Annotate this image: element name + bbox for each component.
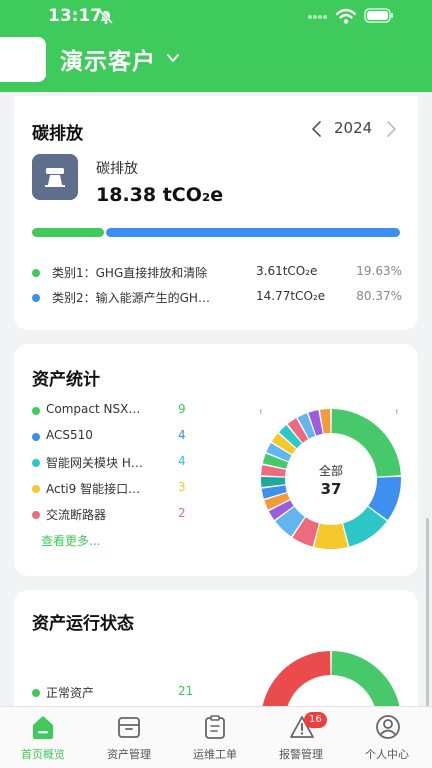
tab-profile[interactable]: 个人中心 [344, 707, 430, 768]
asset-name: ACS510 [46, 428, 93, 442]
carbon-emission-card: 碳排放 2024 碳排放 18.38 tCO₂e 类别1：GHG直接排放和清除 … [14, 96, 418, 330]
status-bar: 13:17 [0, 0, 432, 34]
tab-work-orders[interactable]: 运维工单 [172, 707, 258, 768]
tab-home[interactable]: 首页概览 [0, 707, 86, 768]
asset-list-item[interactable]: 智能网关模块 H… 4 [32, 454, 192, 472]
donut-label-mark: ᵎ [396, 408, 398, 419]
asset-name: Compact NSX… [46, 402, 141, 416]
asset-name: 智能网关模块 H… [46, 456, 143, 470]
user-icon [376, 715, 400, 739]
status-time: 13:17 [48, 6, 103, 26]
legend-dot [32, 294, 40, 302]
legend-dot [32, 511, 40, 519]
wifi-icon [336, 8, 356, 24]
donut-label-mark: ᵎ [260, 408, 262, 419]
asset-status-card: 资产运行状态 正常资产 21 [14, 590, 418, 720]
asset-box-icon [118, 717, 140, 738]
carbon-category-row[interactable]: 类别1：GHG直接排放和清除 3.61tCO₂e 19.63% [32, 264, 402, 282]
asset-list-item[interactable]: Compact NSX… 9 [32, 402, 192, 420]
asset-count: 4 [178, 454, 186, 468]
legend-dot [32, 269, 40, 277]
factory-icon [45, 168, 65, 187]
chevron-down-icon[interactable] [166, 52, 180, 64]
tab-label: 运维工单 [193, 748, 237, 761]
chevron-right-icon[interactable] [384, 120, 398, 138]
carbon-total-value: 18.38 tCO₂e [96, 184, 224, 206]
scrollbar[interactable] [426, 518, 429, 708]
category-percent: 80.37% [356, 289, 402, 303]
org-selector-label[interactable]: 演示客户 [60, 42, 156, 76]
asset-count: 4 [178, 428, 186, 442]
bell-off-icon [98, 9, 114, 25]
carbon-share-bar [32, 228, 400, 237]
org-logo-box[interactable] [0, 37, 46, 82]
signal-dots-icon [308, 15, 327, 19]
donut-slice[interactable] [261, 651, 331, 706]
asset-list-item[interactable]: ACS510 4 [32, 428, 192, 446]
chevron-left-icon[interactable] [310, 120, 324, 138]
category-name: 类别1：GHG直接排放和清除 [52, 266, 208, 280]
tab-label: 资产管理 [107, 748, 151, 761]
asset-count: 9 [178, 402, 186, 416]
category-percent: 19.63% [356, 264, 402, 278]
carbon-total-label: 碳排放 [96, 161, 138, 177]
category-name: 类别2：输入能源产生的GH… [52, 291, 210, 305]
alarm-count-badge: 16 [304, 712, 327, 728]
asset-name: 交流断路器 [46, 508, 107, 522]
tab-assets[interactable]: 资产管理 [86, 707, 172, 768]
asset-list-item[interactable]: 交流断路器 2 [32, 506, 192, 524]
factory-badge [32, 154, 78, 200]
carbon-share-segment [105, 228, 400, 237]
legend-dot [32, 459, 40, 467]
legend-dot [32, 407, 40, 415]
carbon-share-segment [32, 228, 104, 237]
legend-dot [32, 433, 40, 441]
donut-slice[interactable] [314, 523, 348, 549]
asset-stats-card: 资产统计 Compact NSX… 9 ACS510 4 智能网关模块 H… 4… [14, 344, 418, 576]
carbon-category-row[interactable]: 类别2：输入能源产生的GH… 14.77tCO₂e 80.37% [32, 289, 402, 307]
asset-name: Acti9 智能接口… [46, 482, 141, 496]
bottom-tab-bar: 首页概览 资产管理 运维工单 16 报警管理 个人中心 [0, 706, 432, 768]
app-header: 13:17 演示客户 [0, 0, 432, 92]
year-label: 2024 [334, 119, 373, 137]
tab-label: 个人中心 [365, 748, 409, 761]
donut-total-label: 全部 [318, 464, 343, 478]
tab-alarms[interactable]: 16 报警管理 [258, 707, 344, 768]
battery-icon [364, 8, 393, 23]
tab-label: 首页概览 [21, 748, 65, 761]
clipboard-icon [205, 715, 225, 739]
asset-list-item[interactable]: Acti9 智能接口… 3 [32, 480, 192, 498]
legend-dot [32, 485, 40, 493]
see-more-link[interactable]: 查看更多... [41, 532, 100, 549]
category-value: 3.61tCO₂e [256, 264, 318, 278]
asset-count: 2 [178, 506, 186, 520]
asset-stats-title: 资产统计 [32, 370, 100, 390]
asset-donut-chart[interactable] [258, 406, 404, 552]
category-value: 14.77tCO₂e [256, 289, 326, 303]
tab-label: 报警管理 [279, 748, 323, 761]
asset-count: 3 [178, 480, 186, 494]
home-icon [33, 716, 53, 739]
carbon-card-title: 碳排放 [32, 124, 83, 144]
status-donut-clip [14, 590, 418, 706]
status-donut-chart[interactable] [258, 648, 404, 706]
donut-total-value: 37 [320, 480, 342, 498]
